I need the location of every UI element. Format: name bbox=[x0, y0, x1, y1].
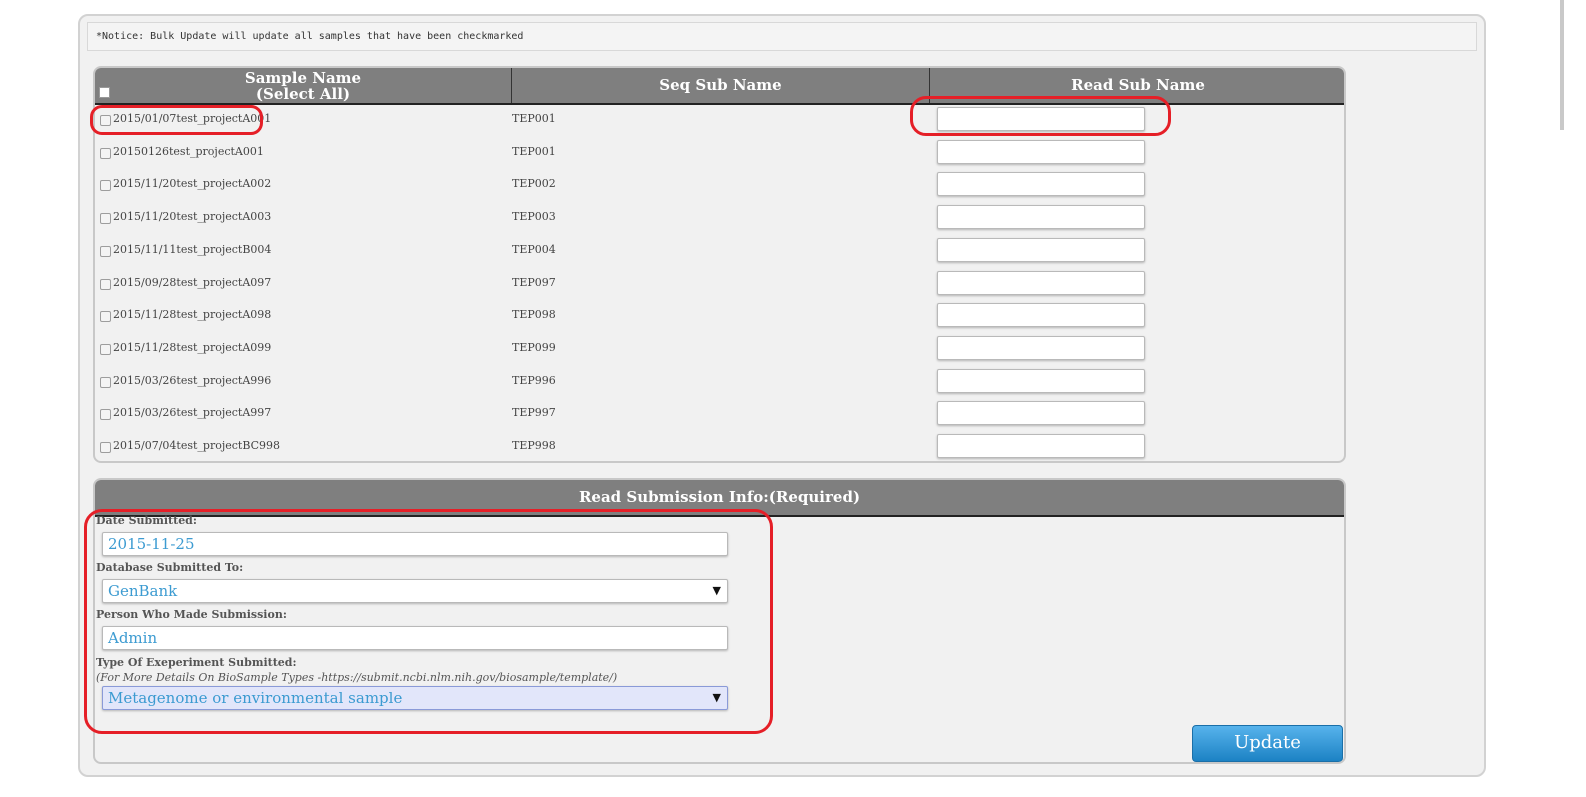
header-sample-name: Sample Name (Select All) bbox=[95, 68, 512, 103]
table-row: 2015/11/11test_projectB004 TEP004 bbox=[95, 236, 1344, 269]
table-row: 2015/11/28test_projectA099 TEP099 bbox=[95, 334, 1344, 367]
dropdown-arrow-icon: ▼ bbox=[712, 584, 721, 597]
seq-sub-name: TEP099 bbox=[512, 340, 556, 354]
seq-sub-name: TEP097 bbox=[512, 275, 556, 289]
sample-name: 2015/11/11test_projectB004 bbox=[113, 242, 272, 256]
table-row: 2015/03/26test_projectA996 TEP996 bbox=[95, 367, 1344, 400]
read-sub-name-input[interactable] bbox=[937, 434, 1145, 458]
header-seq-sub-name: Seq Sub Name bbox=[512, 68, 930, 103]
sample-name: 2015/09/28test_projectA097 bbox=[113, 275, 272, 289]
table-row: 20150126test_projectA001 TEP001 bbox=[95, 138, 1344, 171]
select-all-checkbox[interactable] bbox=[99, 87, 110, 98]
biosample-types-note: (For More Details On BioSample Types -ht… bbox=[96, 671, 618, 684]
sample-name: 2015/03/26test_projectA997 bbox=[113, 406, 272, 420]
row-checkbox[interactable] bbox=[100, 115, 111, 126]
read-sub-name-input[interactable] bbox=[937, 237, 1145, 262]
experiment-type-label: Type Of Exeperiment Submitted: bbox=[96, 656, 297, 669]
header-select-all-label[interactable]: (Select All) bbox=[95, 86, 511, 102]
table-row: 2015/11/20test_projectA003 TEP003 bbox=[95, 203, 1344, 236]
row-checkbox[interactable] bbox=[100, 442, 111, 453]
table-row: 2015/03/26test_projectA997 TEP997 bbox=[95, 399, 1344, 432]
read-sub-name-input[interactable] bbox=[937, 172, 1145, 197]
read-sub-name-input[interactable] bbox=[937, 303, 1145, 328]
sample-name: 2015/07/04test_projectBC998 bbox=[113, 439, 281, 452]
sample-name: 20150126test_projectA001 bbox=[113, 144, 264, 158]
date-submitted-label: Date Submitted: bbox=[96, 514, 197, 527]
samples-table: Sample Name (Select All) Seq Sub Name Re… bbox=[93, 66, 1346, 463]
sample-name: 2015/01/07test_projectA001 bbox=[113, 112, 272, 125]
read-submission-info-panel: Read Submission Info:(Required) Date Sub… bbox=[93, 478, 1346, 764]
sample-name: 2015/11/20test_projectA002 bbox=[113, 177, 272, 191]
seq-sub-name: TEP002 bbox=[512, 177, 556, 191]
read-sub-name-input[interactable] bbox=[937, 205, 1145, 230]
person-input[interactable]: Admin bbox=[102, 626, 728, 650]
sample-name: 2015/11/28test_projectA099 bbox=[113, 340, 272, 354]
seq-sub-name: TEP998 bbox=[512, 439, 556, 452]
row-checkbox[interactable] bbox=[100, 343, 111, 355]
experiment-type-value: Metagenome or environmental sample bbox=[108, 689, 403, 707]
database-select-value: GenBank bbox=[108, 582, 178, 600]
row-checkbox[interactable] bbox=[100, 180, 111, 192]
table-header: Sample Name (Select All) Seq Sub Name Re… bbox=[95, 68, 1344, 105]
page-scrollbar[interactable] bbox=[1560, 0, 1564, 130]
row-checkbox[interactable] bbox=[100, 278, 111, 290]
seq-sub-name: TEP098 bbox=[512, 308, 556, 322]
read-submission-info-title: Read Submission Info:(Required) bbox=[95, 480, 1344, 517]
seq-sub-name: TEP001 bbox=[512, 112, 556, 125]
sample-name: 2015/03/26test_projectA996 bbox=[113, 373, 272, 387]
experiment-type-select[interactable]: Metagenome or environmental sample ▼ bbox=[102, 686, 728, 710]
sample-name: 2015/11/28test_projectA098 bbox=[113, 308, 272, 322]
bulk-update-notice: *Notice: Bulk Update will update all sam… bbox=[87, 22, 1477, 51]
row-checkbox[interactable] bbox=[100, 245, 111, 257]
database-submitted-label: Database Submitted To: bbox=[96, 561, 244, 574]
header-read-sub-name: Read Sub Name bbox=[1071, 76, 1205, 94]
dropdown-arrow-icon: ▼ bbox=[712, 691, 721, 704]
row-checkbox[interactable] bbox=[100, 376, 111, 388]
read-sub-name-input[interactable] bbox=[937, 401, 1145, 426]
table-row: 2015/01/07test_projectA001 TEP001 bbox=[95, 105, 1344, 138]
read-sub-name-input[interactable] bbox=[937, 139, 1145, 164]
sample-name: 2015/11/20test_projectA003 bbox=[113, 210, 272, 224]
seq-sub-name: TEP003 bbox=[512, 210, 556, 224]
table-row: 2015/09/28test_projectA097 TEP097 bbox=[95, 269, 1344, 302]
read-sub-name-input[interactable] bbox=[937, 107, 1145, 131]
update-samples-button[interactable]: Update Samples bbox=[1192, 725, 1343, 762]
seq-sub-name: TEP001 bbox=[512, 144, 556, 158]
row-checkbox[interactable] bbox=[100, 147, 111, 159]
seq-sub-name: TEP004 bbox=[512, 242, 556, 256]
table-row: 2015/07/04test_projectBC998 TEP998 bbox=[95, 432, 1344, 461]
row-checkbox[interactable] bbox=[100, 409, 111, 421]
read-sub-name-input[interactable] bbox=[937, 368, 1145, 393]
read-sub-name-input[interactable] bbox=[937, 335, 1145, 360]
table-row: 2015/11/20test_projectA002 TEP002 bbox=[95, 170, 1344, 203]
row-checkbox[interactable] bbox=[100, 311, 111, 323]
row-checkbox[interactable] bbox=[100, 213, 111, 225]
seq-sub-name: TEP997 bbox=[512, 406, 556, 420]
date-submitted-input[interactable]: 2015-11-25 bbox=[102, 532, 728, 556]
person-label: Person Who Made Submission: bbox=[96, 608, 287, 621]
database-select[interactable]: GenBank ▼ bbox=[102, 579, 728, 603]
read-sub-name-input[interactable] bbox=[937, 270, 1145, 295]
table-row: 2015/11/28test_projectA098 TEP098 bbox=[95, 301, 1344, 334]
header-sample-name-label: Sample Name bbox=[244, 69, 362, 87]
seq-sub-name: TEP996 bbox=[512, 373, 556, 387]
